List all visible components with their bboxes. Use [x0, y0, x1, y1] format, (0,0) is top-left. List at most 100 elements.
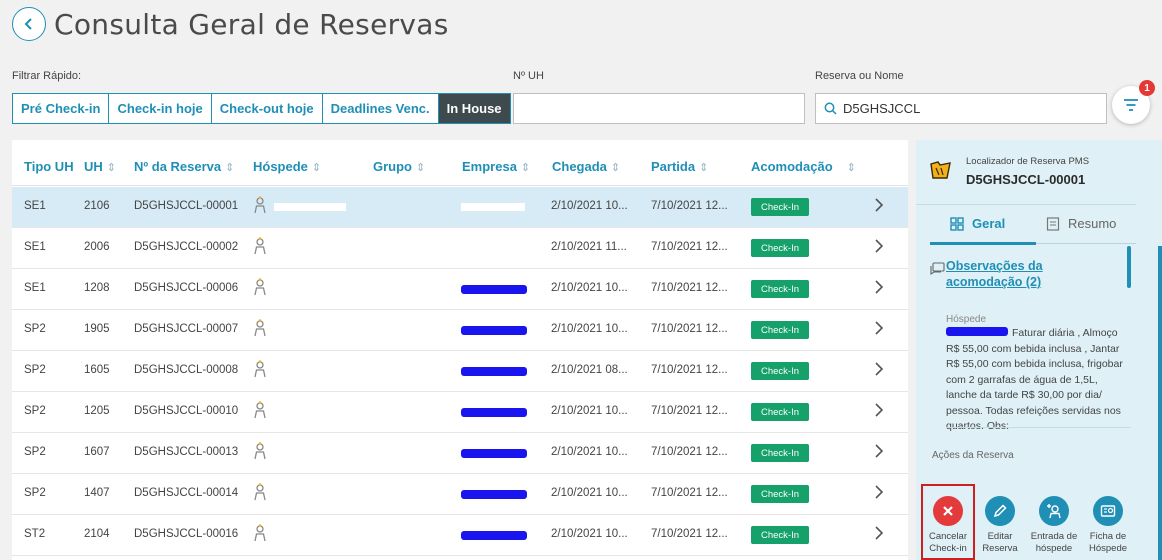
table-row[interactable]: SP2 1607 D5GHSJCCL-00013 2/10/2021 10...…: [12, 433, 908, 474]
filter-in-house[interactable]: In House: [438, 94, 510, 123]
action-label-1: Cancelar: [928, 531, 968, 542]
col-partida[interactable]: Partida ⇕: [651, 159, 708, 174]
action-label: Entrada de hóspede: [1027, 531, 1081, 555]
cell-chegada: 2/10/2021 10...: [551, 200, 628, 212]
cell-partida: 7/10/2021 12...: [651, 282, 728, 294]
tab-resumo[interactable]: Resumo: [1046, 216, 1116, 231]
cell-partida: 7/10/2021 12...: [651, 241, 728, 253]
status-badge: Check-In: [751, 526, 809, 544]
col-reserva[interactable]: Nº da Reserva ⇕: [134, 159, 234, 174]
chevron-right-icon[interactable]: [874, 198, 884, 212]
sort-icon: ⇕: [311, 162, 322, 174]
col-grupo[interactable]: Grupo ⇕: [373, 159, 425, 174]
table-row[interactable]: SP2 1407 D5GHSJCCL-00014 2/10/2021 10...…: [12, 474, 908, 515]
cancel-circle: [933, 496, 963, 526]
chevron-right-icon[interactable]: [874, 321, 884, 335]
reserva-search-input[interactable]: D5GHSJCCL: [815, 93, 1107, 124]
redacted-company: [461, 408, 527, 417]
divider: [916, 204, 1136, 205]
redacted-company: [461, 531, 527, 540]
redacted-company: [461, 449, 527, 458]
cell-uh: 1607: [84, 446, 110, 458]
cell-tipo: SP2: [24, 323, 46, 335]
add-user-icon: [1047, 504, 1061, 519]
cell-reserva: D5GHSJCCL-00008: [134, 364, 239, 376]
cell-reserva: D5GHSJCCL-00010: [134, 405, 239, 417]
cell-partida: 7/10/2021 12...: [651, 405, 728, 417]
active-tab-indicator: [930, 242, 1036, 245]
filter-pre-checkin[interactable]: Pré Check-in: [13, 94, 110, 123]
scrollbar[interactable]: [1127, 246, 1131, 288]
chevron-right-icon[interactable]: [874, 444, 884, 458]
edit-reservation-button[interactable]: Editar Reserva: [973, 496, 1027, 555]
filter-checkout-hoje[interactable]: Check-out hoje: [212, 94, 323, 123]
cell-partida: 7/10/2021 12...: [651, 200, 728, 212]
cell-tipo: SE1: [24, 241, 46, 253]
col-partida-label: Partida: [651, 159, 696, 174]
chevron-right-icon[interactable]: [874, 526, 884, 540]
table-row[interactable]: SP2 1205 D5GHSJCCL-00010 2/10/2021 10...…: [12, 392, 908, 433]
uh-input[interactable]: [513, 93, 805, 124]
sort-icon: ⇕: [610, 162, 621, 174]
action-label-2: Check-in: [929, 543, 967, 554]
cell-uh: 1208: [84, 282, 110, 294]
redacted-company: [461, 285, 527, 294]
col-tipo-uh[interactable]: Tipo UH: [24, 159, 74, 174]
back-button[interactable]: [12, 7, 46, 41]
guest-card-button[interactable]: Ficha de Hóspede: [1081, 496, 1135, 555]
action-label: Ficha de Hóspede: [1081, 531, 1135, 555]
filter-checkin-hoje[interactable]: Check-in hoje: [109, 94, 212, 123]
guest-icon: [254, 237, 266, 255]
cell-partida: 7/10/2021 12...: [651, 446, 728, 458]
uh-label: Nº UH: [513, 70, 544, 82]
filter-deadlines-venc[interactable]: Deadlines Venc.: [323, 94, 439, 123]
col-hospede[interactable]: Hóspede ⇕: [253, 159, 321, 174]
redacted-company: [461, 490, 527, 499]
cell-chegada: 2/10/2021 10...: [551, 446, 628, 458]
col-uh[interactable]: UH ⇕: [84, 159, 116, 174]
table-row[interactable]: SE1 2106 D5GHSJCCL-00001 2/10/2021 10...…: [12, 187, 908, 228]
acoes-label: Ações da Reserva: [932, 450, 1014, 461]
table-row[interactable]: ST2 2104 D5GHSJCCL-00016 2/10/2021 10...…: [12, 515, 908, 556]
cell-uh: 2106: [84, 200, 110, 212]
observacoes-link[interactable]: Observações da acomodação (2): [946, 258, 1116, 290]
close-icon: [943, 506, 953, 516]
table-row[interactable]: SE1 1208 D5GHSJCCL-00006 2/10/2021 10...…: [12, 269, 908, 310]
status-badge: Check-In: [751, 403, 809, 421]
grid-icon: [950, 216, 964, 231]
chevron-right-icon[interactable]: [874, 239, 884, 253]
cell-reserva: D5GHSJCCL-00007: [134, 323, 239, 335]
status-badge: Check-In: [751, 280, 809, 298]
redacted-company: [461, 367, 527, 376]
cell-partida: 7/10/2021 12...: [651, 364, 728, 376]
cell-uh: 1407: [84, 487, 110, 499]
chevron-right-icon[interactable]: [874, 280, 884, 294]
status-badge: Check-In: [751, 362, 809, 380]
col-empresa[interactable]: Empresa ⇕: [462, 159, 530, 174]
action-label-1: Ficha de: [1089, 531, 1127, 542]
table-row[interactable]: SP2 1605 D5GHSJCCL-00008 2/10/2021 08...…: [12, 351, 908, 392]
guest-entry-button[interactable]: Entrada de hóspede: [1027, 496, 1081, 555]
cell-chegada: 2/10/2021 10...: [551, 528, 628, 540]
reservation-detail-panel: Localizador de Reserva PMS D5GHSJCCL-000…: [916, 140, 1162, 560]
col-acomodacao-label: Acomodação: [751, 159, 833, 174]
guest-icon: [254, 401, 266, 419]
chevron-right-icon[interactable]: [874, 485, 884, 499]
col-acomodacao[interactable]: Acomodação ⇕: [751, 159, 856, 174]
cancel-checkin-button[interactable]: Cancelar Check-in: [921, 496, 975, 555]
chevron-right-icon[interactable]: [874, 403, 884, 417]
cell-tipo: SP2: [24, 364, 46, 376]
table-row[interactable]: SE1 2006 D5GHSJCCL-00002 2/10/2021 11...…: [12, 228, 908, 269]
id-card-icon: [1100, 505, 1116, 517]
col-reserva-label: Nº da Reserva: [134, 159, 222, 174]
tab-geral[interactable]: Geral: [950, 216, 1005, 231]
col-chegada[interactable]: Chegada ⇕: [552, 159, 620, 174]
chevron-right-icon[interactable]: [874, 362, 884, 376]
outer-scrollbar[interactable]: [1158, 246, 1162, 560]
cell-chegada: 2/10/2021 10...: [551, 282, 628, 294]
action-label: Cancelar Check-in: [921, 531, 975, 555]
cell-uh: 2104: [84, 528, 110, 540]
status-badge: Check-In: [751, 321, 809, 339]
guest-icon: [254, 483, 266, 501]
table-row[interactable]: SP2 1905 D5GHSJCCL-00007 2/10/2021 10...…: [12, 310, 908, 351]
